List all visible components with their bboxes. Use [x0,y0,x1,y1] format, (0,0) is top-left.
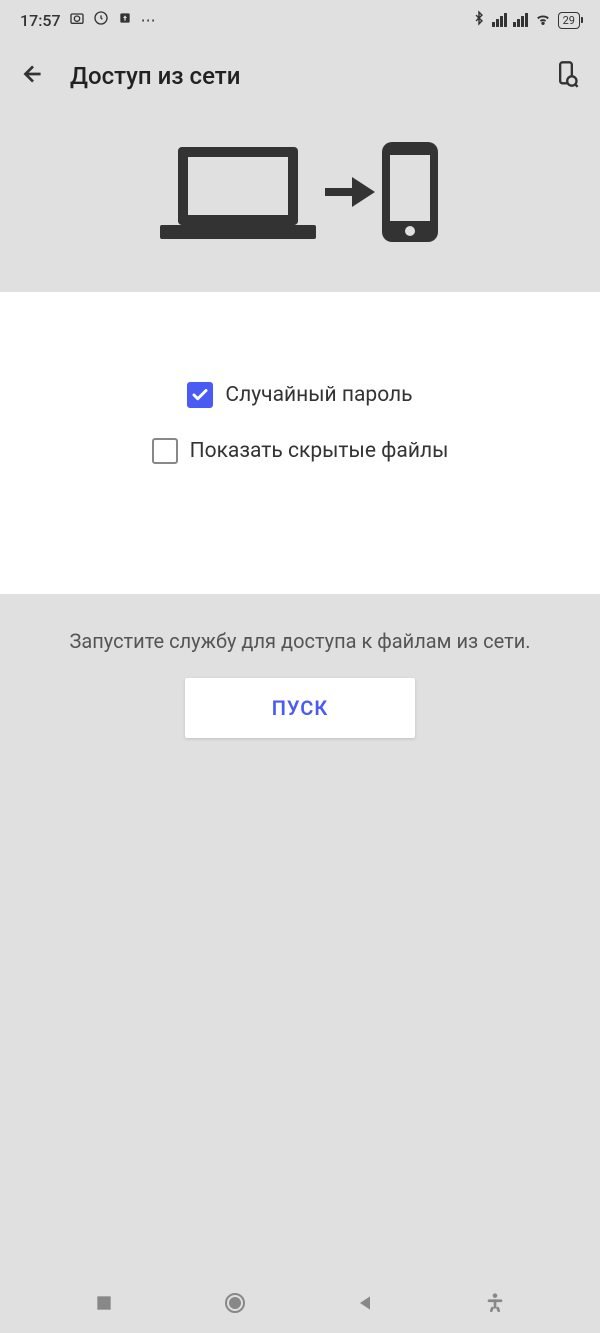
checkbox-checked-icon[interactable] [187,382,213,408]
action-section: Запустите службу для доступа к файлам из… [0,594,600,778]
app-bar: Доступ из сети [0,40,600,112]
bluetooth-icon [472,9,486,31]
status-bar: 17:57 ⋯ 29 [0,0,600,40]
upload-icon [117,10,133,30]
navigation-bar [0,1273,600,1333]
clock-alarm-icon [93,10,109,30]
more-icon: ⋯ [141,11,156,29]
random-password-option[interactable]: Случайный пароль [0,382,600,408]
battery-level: 29 [563,14,575,27]
checkbox-unchecked-icon[interactable] [152,438,178,464]
back-button[interactable] [355,1293,375,1313]
camera-icon [69,10,85,30]
recent-apps-button[interactable] [94,1293,114,1313]
page-title: Доступ из сети [70,62,528,90]
laptop-to-phone-icon [160,137,440,257]
hero-section [0,112,600,292]
start-button[interactable]: ПУСК [185,678,415,738]
device-search-icon[interactable] [552,60,580,92]
wifi-icon [534,9,552,31]
battery-icon: 29 [558,12,580,29]
random-password-label: Случайный пароль [225,383,412,407]
options-section: Случайный пароль Показать скрытые файлы [0,292,600,594]
status-left-group: 17:57 ⋯ [20,10,156,30]
status-time: 17:57 [20,11,61,30]
signal-icon-2 [513,13,528,27]
show-hidden-option[interactable]: Показать скрытые файлы [0,438,600,464]
signal-icon-1 [492,13,507,27]
status-right-group: 29 [472,9,580,31]
accessibility-button[interactable] [484,1292,506,1314]
back-arrow-icon[interactable] [20,61,46,91]
instruction-text: Запустите службу для доступа к файлам из… [30,629,570,653]
home-button[interactable] [223,1291,247,1315]
show-hidden-label: Показать скрытые файлы [190,439,449,463]
